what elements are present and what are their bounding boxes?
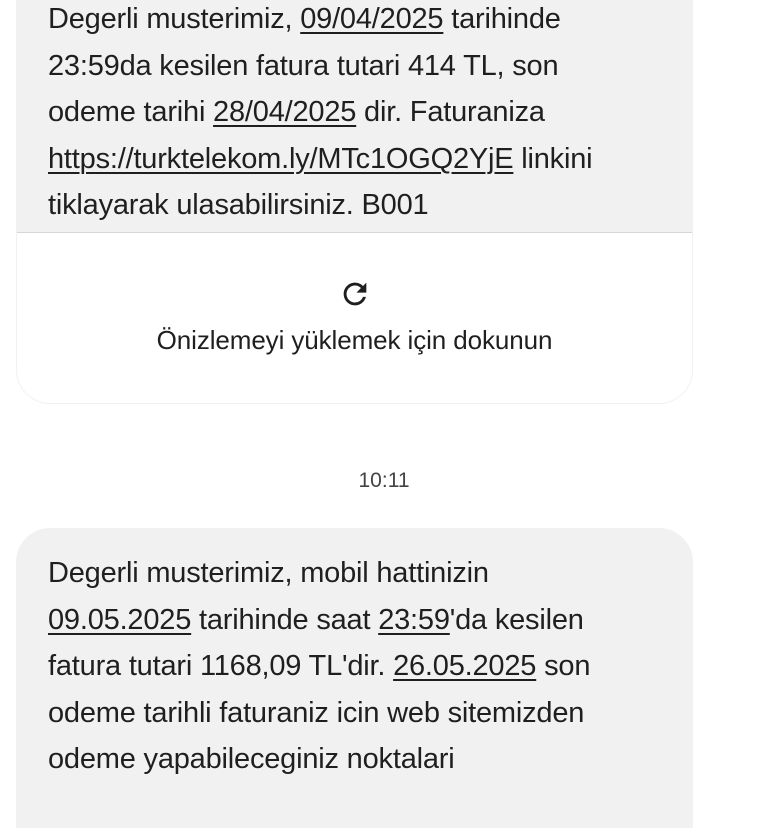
message-timestamp: 10:11 [358,469,410,492]
message-link[interactable]: 28/04/2025 [213,96,356,128]
message-text-segment: fatura tutari 1168,09 TL'dir. [48,650,394,682]
message-text-segment: tarihinde saat [191,603,379,636]
reload-icon [343,282,366,306]
message-text-1: Degerli musterimiz, 09/04/2025 tarihinde… [16,0,693,229]
message-line: fatura tutari 1168,09 TL'dir. 26.05.2025… [48,643,667,690]
message-link[interactable]: https://turktelekom.ly/MTc1OGQ2YjE [48,143,514,175]
message-text-segment: Degerli musterimiz, mobil hattinizin [48,557,489,589]
message-line: tiklayarak ulasabilirsiniz. B001 [48,182,667,229]
message-text-segment: 'da kesilen [449,603,584,636]
message-text-2: Degerli musterimiz, mobil hattinizin 09.0… [16,528,693,783]
message-text-segment: son [536,650,591,682]
message-text-segment: Degerli musterimiz, [48,3,301,35]
message-text-segment: linkini [513,142,593,175]
message-line: odeme tarihli faturaniz icin web sitemiz… [48,690,667,737]
message-bubble-1[interactable]: Degerli musterimiz, 09/04/2025 tarihinde… [16,0,693,404]
message-text-segment: tarihinde [443,3,561,35]
message-text-segment: odeme tarihli faturaniz icin web sitemiz… [48,696,585,729]
message-link[interactable]: 09/04/2025 [300,3,443,35]
message-text-segment: odeme yapabileceginiz noktalari [48,743,455,775]
message-line: https://turktelekom.ly/MTc1OGQ2YjE linki… [48,136,667,183]
message-link[interactable]: 23:59 [378,604,450,636]
message-line: Degerli musterimiz, mobil hattinizin [48,550,667,597]
message-text-segment: 23:59da kesilen fatura tutari 414 TL, so… [48,49,559,82]
message-line: 23:59da kesilen fatura tutari 414 TL, so… [48,43,667,90]
message-link[interactable]: 26.05.2025 [393,650,536,682]
message-link[interactable]: 09.05.2025 [48,604,191,636]
message-text-segment: odeme tarihi [48,96,214,128]
message-bubble-2[interactable]: Degerli musterimiz, mobil hattinizin 09.0… [16,528,693,828]
message-line: odeme yapabileceginiz noktalari [48,736,667,783]
message-text-segment: dir. Faturaniza [356,96,545,128]
preview-load-label: Önizlemeyi yüklemek için dokunun [156,325,553,355]
message-line: Degerli musterimiz, 09/04/2025 tarihinde [48,0,667,43]
link-preview-card[interactable]: Önizlemeyi yüklemek için dokunun [17,232,692,403]
message-line: odeme tarihi 28/04/2025 dir. Faturaniza [48,89,667,136]
message-text-segment: tiklayarak ulasabilirsiniz. B001 [48,189,429,221]
message-line: 09.05.2025 tarihinde saat 23:59'da kesil… [48,597,667,644]
